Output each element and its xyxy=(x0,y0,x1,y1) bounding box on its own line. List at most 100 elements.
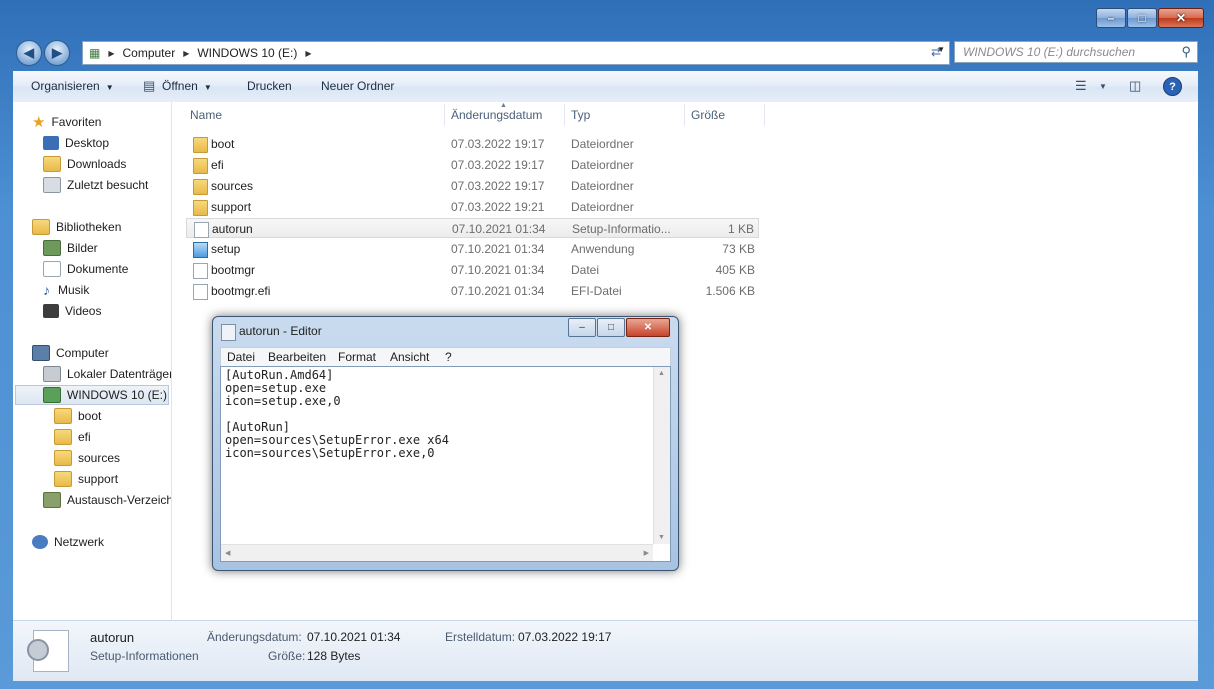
notepad-text-area[interactable]: [AutoRun.Amd64] open=setup.exe icon=setu… xyxy=(220,366,671,562)
nav-libraries[interactable]: Bibliotheken xyxy=(32,217,121,237)
menu-view[interactable]: Ansicht xyxy=(390,350,429,364)
search-input[interactable]: WINDOWS 10 (E:) durchsuchen ⚲ xyxy=(954,41,1198,63)
nav-windows10-drive[interactable]: WINDOWS 10 (E:) xyxy=(15,385,169,405)
drive-icon xyxy=(43,387,61,403)
file-size: 1 KB xyxy=(727,222,754,236)
nav-sources[interactable]: sources xyxy=(54,448,120,468)
scroll-up-icon[interactable]: ▲ xyxy=(658,370,665,377)
print-button[interactable]: Drucken xyxy=(247,79,292,93)
nav-local-disk[interactable]: Lokaler Datenträger xyxy=(43,364,171,384)
videos-icon xyxy=(43,304,59,318)
notepad-maximize-button[interactable]: □ xyxy=(597,318,625,337)
file-row[interactable]: bootmgr.efi 07.10.2021 01:34 EFI-Datei 1.50… xyxy=(186,281,759,301)
scroll-right-icon[interactable]: ▶ xyxy=(644,549,649,557)
organize-button[interactable]: Organisieren ▼ xyxy=(31,79,114,93)
refresh-button[interactable]: ⇄ xyxy=(926,41,946,63)
column-header-size[interactable]: Größe xyxy=(691,108,725,122)
file-row[interactable]: bootmgr 07.10.2021 01:34 Datei 405 KB xyxy=(186,260,759,280)
nav-documents[interactable]: Dokumente xyxy=(43,259,128,279)
folder-icon xyxy=(193,137,208,153)
column-divider[interactable] xyxy=(684,104,685,126)
nav-label: efi xyxy=(78,430,91,444)
nav-efi[interactable]: efi xyxy=(54,427,91,447)
file-row[interactable]: setup 07.10.2021 01:34 Anwendung 73 KB xyxy=(186,239,759,259)
nav-network[interactable]: Netzwerk xyxy=(32,532,104,552)
open-file-icon: ▤ xyxy=(143,78,156,93)
menu-file[interactable]: Datei xyxy=(227,350,255,364)
menu-format[interactable]: Format xyxy=(338,350,376,364)
network-icon xyxy=(32,535,48,549)
nav-support[interactable]: support xyxy=(54,469,118,489)
file-size: 73 KB xyxy=(722,242,755,256)
folder-icon xyxy=(193,179,208,195)
file-row[interactable]: boot 07.03.2022 19:17 Dateiordner xyxy=(186,134,759,154)
column-header-name[interactable]: Name xyxy=(190,108,222,122)
nav-favorites[interactable]: ★ Favoriten xyxy=(32,112,101,132)
open-button[interactable]: Öffnen ▼ xyxy=(162,79,212,93)
view-options-icon[interactable]: ☰ xyxy=(1075,78,1087,94)
help-icon: ? xyxy=(1169,80,1176,93)
vertical-scrollbar[interactable]: ▲ ▼ xyxy=(653,367,670,544)
notepad-caption-buttons: – □ ✕ xyxy=(567,318,670,337)
search-icon[interactable]: ⚲ xyxy=(1181,44,1191,60)
nav-exchange[interactable]: Austausch-Verzeichnis xyxy=(43,490,172,510)
notepad-minimize-button[interactable]: – xyxy=(568,318,596,337)
details-filename: autorun xyxy=(90,630,135,645)
file-type: Anwendung xyxy=(571,242,635,256)
column-header-type[interactable]: Typ xyxy=(571,108,590,122)
nav-recent[interactable]: Zuletzt besucht xyxy=(43,175,148,195)
file-row[interactable]: sources 07.03.2022 19:17 Dateiordner xyxy=(186,176,759,196)
column-header-date[interactable]: Änderungsdatum xyxy=(451,108,542,122)
file-type: Dateiordner xyxy=(571,158,634,172)
minimize-button[interactable]: – xyxy=(1096,8,1126,28)
menu-help[interactable]: ? xyxy=(445,350,452,364)
forward-button[interactable]: ▶ xyxy=(44,40,70,66)
maximize-button[interactable]: □ xyxy=(1127,8,1157,28)
horizontal-scrollbar[interactable]: ◀ ▶ xyxy=(221,544,653,561)
file-type: Dateiordner xyxy=(571,179,634,193)
breadcrumb-arrow-icon[interactable]: ▶ xyxy=(183,49,189,58)
documents-icon xyxy=(43,261,61,277)
inf-icon xyxy=(194,222,209,238)
breadcrumb-arrow-icon[interactable]: ▶ xyxy=(108,49,114,58)
file-size: 1.506 KB xyxy=(705,284,755,298)
music-icon: ♪ xyxy=(43,282,50,298)
column-divider[interactable] xyxy=(764,104,765,126)
view-dropdown-icon[interactable]: ▼ xyxy=(1099,82,1107,91)
nav-music[interactable]: ♪ Musik xyxy=(43,280,89,300)
column-divider[interactable] xyxy=(564,104,565,126)
breadcrumb-computer[interactable]: Computer xyxy=(123,46,176,60)
nav-desktop[interactable]: Desktop xyxy=(43,133,109,153)
details-filetype: Setup-Informationen xyxy=(90,649,199,663)
breadcrumb-arrow-icon[interactable]: ▶ xyxy=(305,49,311,58)
address-bar[interactable]: ▦ ▶ Computer ▶ WINDOWS 10 (E:) ▶ ▼ xyxy=(82,41,950,65)
nav-videos[interactable]: Videos xyxy=(43,301,101,321)
navigation-row: ◀ ▶ ▦ ▶ Computer ▶ WINDOWS 10 (E:) ▶ ▼ ⇄… xyxy=(14,40,1198,66)
preview-pane-icon[interactable]: ◫ xyxy=(1129,78,1141,94)
nav-label: Austausch-Verzeichnis xyxy=(67,493,172,507)
file-row[interactable]: autorun 07.10.2021 01:34 Setup-Informatio.… xyxy=(186,218,759,238)
column-divider[interactable] xyxy=(444,104,445,126)
explorer-titlebar: – □ ✕ xyxy=(0,0,1214,36)
notepad-content[interactable]: [AutoRun.Amd64] open=setup.exe icon=setu… xyxy=(225,369,449,460)
nav-downloads[interactable]: Downloads xyxy=(43,154,126,174)
notepad-close-button[interactable]: ✕ xyxy=(626,318,670,337)
nav-boot[interactable]: boot xyxy=(54,406,101,426)
scroll-left-icon[interactable]: ◀ xyxy=(225,549,230,557)
file-row[interactable]: support 07.03.2022 19:21 Dateiordner xyxy=(186,197,759,217)
breadcrumb-drive[interactable]: WINDOWS 10 (E:) xyxy=(197,46,297,60)
refresh-icon: ⇄ xyxy=(930,45,942,59)
file-date: 07.03.2022 19:17 xyxy=(451,137,545,151)
menu-edit[interactable]: Bearbeiten xyxy=(268,350,326,364)
new-folder-button[interactable]: Neuer Ordner xyxy=(321,79,394,93)
close-button[interactable]: ✕ xyxy=(1158,8,1204,28)
help-button[interactable]: ? xyxy=(1163,77,1182,96)
nav-computer[interactable]: Computer xyxy=(32,343,109,363)
scroll-down-icon[interactable]: ▼ xyxy=(658,534,665,541)
nav-pictures[interactable]: Bilder xyxy=(43,238,98,258)
back-button[interactable]: ◀ xyxy=(16,40,42,66)
notepad-window[interactable]: autorun - Editor – □ ✕ Datei Bearbeiten … xyxy=(212,316,679,571)
file-row[interactable]: efi 07.03.2022 19:17 Dateiordner xyxy=(186,155,759,175)
file-name: bootmgr xyxy=(211,263,256,277)
network-drive-icon xyxy=(43,492,61,508)
